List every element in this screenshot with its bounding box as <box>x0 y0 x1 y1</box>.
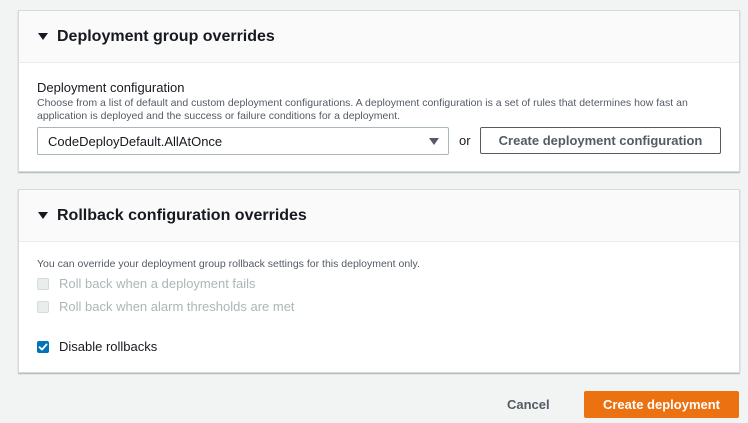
panel-title: Rollback configuration overrides <box>57 206 307 224</box>
panel-title: Deployment group overrides <box>57 27 275 45</box>
disable-rollbacks-option: Disable rollbacks <box>37 339 157 354</box>
cancel-button[interactable]: Cancel <box>507 397 550 412</box>
or-text: or <box>459 133 471 148</box>
checkbox-label: Disable rollbacks <box>59 339 158 354</box>
rollback-on-failure-option: Roll back when a deployment fails <box>37 276 256 291</box>
deployment-configuration-select[interactable]: CodeDeployDefault.AllAtOnce <box>37 127 449 155</box>
checkmark-icon <box>38 343 48 350</box>
rollback-on-failure-checkbox[interactable] <box>37 277 49 290</box>
rollback-description: You can override your deployment group r… <box>37 258 420 270</box>
rollback-overrides-header[interactable]: Rollback configuration overrides <box>19 190 739 242</box>
rollback-configuration-overrides-panel: Rollback configuration overrides You can… <box>18 189 740 373</box>
checkbox-label: Roll back when alarm thresholds are met <box>59 299 295 314</box>
rollback-on-alarm-checkbox[interactable] <box>37 300 49 313</box>
create-deployment-button[interactable]: Create deployment <box>584 391 739 418</box>
select-value: CodeDeployDefault.AllAtOnce <box>48 133 223 149</box>
deployment-group-overrides-header[interactable]: Deployment group overrides <box>19 11 739 63</box>
rollback-on-alarm-option: Roll back when alarm thresholds are met <box>37 299 295 314</box>
deployment-configuration-description: Choose from a list of default and custom… <box>37 97 688 122</box>
caret-down-icon[interactable] <box>38 212 48 219</box>
deployment-configuration-label: Deployment configuration <box>37 80 185 95</box>
disable-rollbacks-checkbox[interactable] <box>37 340 49 353</box>
caret-down-icon[interactable] <box>38 33 48 40</box>
create-deployment-configuration-button[interactable]: Create deployment configuration <box>480 127 721 154</box>
deployment-group-overrides-panel: Deployment group overrides Deployment co… <box>18 10 740 172</box>
chevron-down-icon <box>429 138 439 145</box>
checkbox-label: Roll back when a deployment fails <box>59 276 256 291</box>
